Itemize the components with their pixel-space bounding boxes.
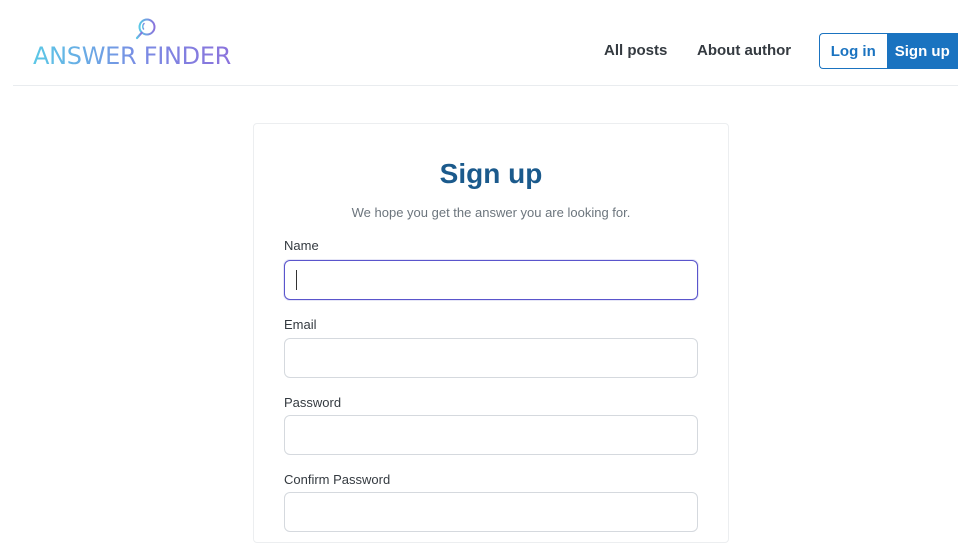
password-input[interactable] [284, 415, 698, 455]
name-input[interactable] [284, 260, 698, 300]
header-divider [13, 85, 958, 86]
password-label: Password [284, 395, 342, 410]
login-button[interactable]: Log in [819, 33, 887, 69]
confirm-password-input[interactable] [284, 492, 698, 532]
confirm-password-label: Confirm Password [284, 472, 391, 487]
logo-text: ANSWER FINDER [33, 42, 232, 70]
auth-button-group: Log in Sign up [819, 33, 958, 69]
site-header: ANSWER FINDER All posts About author Log… [0, 0, 958, 86]
logo[interactable]: ANSWER FINDER [33, 12, 273, 78]
page-subtitle: We hope you get the answer you are looki… [351, 205, 631, 220]
signup-button[interactable]: Sign up [886, 33, 958, 69]
email-label: Email [284, 317, 317, 332]
nav-about-author[interactable]: About author [697, 41, 791, 61]
page-title: Sign up [439, 158, 543, 189]
text-caret [296, 270, 297, 290]
magnifier-icon [135, 18, 156, 40]
name-label: Name [284, 238, 319, 253]
email-input[interactable] [284, 338, 698, 378]
nav-all-posts[interactable]: All posts [604, 41, 667, 61]
